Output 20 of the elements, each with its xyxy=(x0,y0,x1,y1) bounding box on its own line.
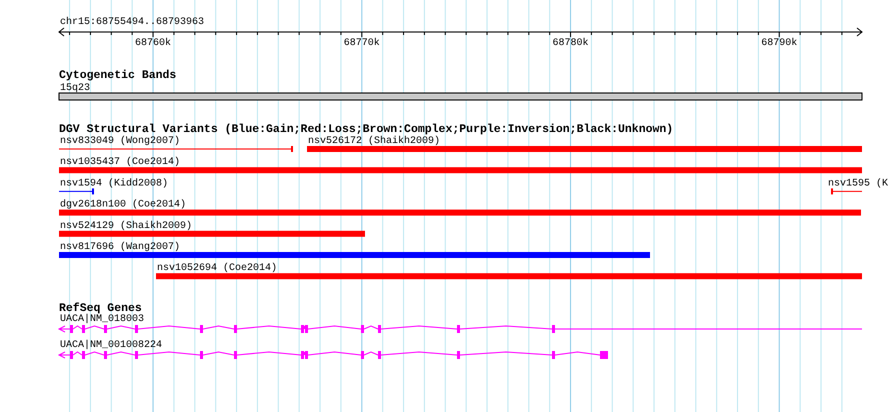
track-title: RefSeq Genes xyxy=(59,302,142,315)
tick-label: 68790k xyxy=(761,38,798,49)
variant-label: nsv1595 (K xyxy=(828,178,888,190)
variant-label: dgv2618n100 (Coe2014) xyxy=(60,200,186,211)
track-title: Cytogenetic Bands xyxy=(59,69,176,82)
variant-label: nsv817696 (Wang2007) xyxy=(60,242,180,253)
tick-label: 68770k xyxy=(344,38,380,49)
variant-label: nsv1052694 (Coe2014) xyxy=(157,263,278,274)
gene-label: UACA|NM_018003 xyxy=(60,314,144,325)
variant-label: nsv526172 (Shaikh2009) xyxy=(308,136,440,147)
tick-label: 68780k xyxy=(552,38,589,49)
variant-label: nsv1035437 (Coe2014) xyxy=(60,157,180,168)
band-label: 15q23 xyxy=(60,83,90,94)
gene-label: UACA|NM_001008224 xyxy=(60,340,162,351)
variant-label: nsv833049 (Wong2007) xyxy=(60,136,180,147)
tick-label: 68760k xyxy=(135,38,172,49)
variant-label: nsv524129 (Shaikh2009) xyxy=(60,220,192,232)
track-title: DGV Structural Variants (Blue:Gain;Red:Loss;Brown:Complex;Purple:Inversion;Black:Unknown) xyxy=(59,123,674,136)
region-label: chr15:68755494..68793963 xyxy=(60,17,204,28)
variant-label: nsv1594 (Kidd2008) xyxy=(60,178,168,190)
